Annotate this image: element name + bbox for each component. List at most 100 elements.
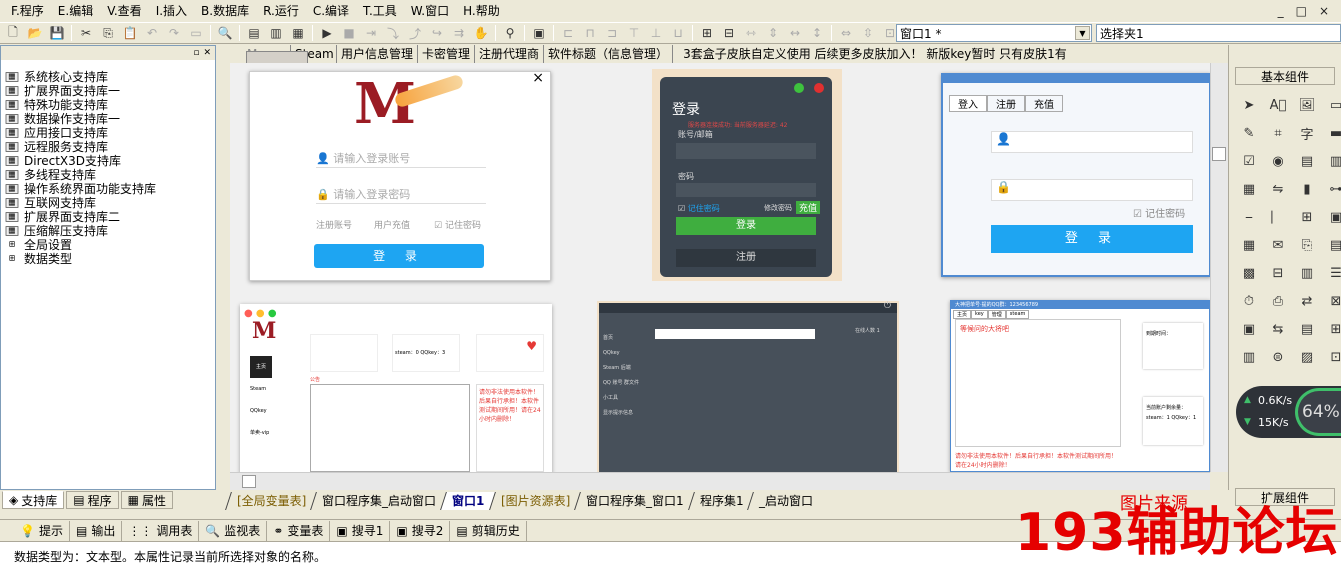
- tree-item[interactable]: ▦ 互联网支持库: [4, 196, 215, 210]
- pin-icon[interactable]: ▫: [193, 48, 199, 58]
- tab-manage[interactable]: 管理: [987, 310, 1006, 319]
- new-file-icon[interactable]: 🗋: [2, 23, 24, 43]
- tab-startup-window-set[interactable]: 窗口程序集_启动窗口: [310, 492, 448, 510]
- dip-icon[interactable]: ⎘: [1295, 233, 1319, 257]
- doc-tab[interactable]: 注册代理商: [475, 45, 545, 63]
- radio-icon[interactable]: ◉: [1266, 149, 1290, 173]
- tree-item[interactable]: ▦ 扩展界面支持库二: [4, 210, 215, 224]
- clock-icon[interactable]: ⏱: [1237, 289, 1261, 313]
- run-icon[interactable]: ▶: [316, 23, 338, 43]
- hand-icon[interactable]: ✋: [470, 23, 492, 43]
- login-button[interactable]: 登录: [676, 217, 816, 235]
- menu-compile[interactable]: C.编译: [306, 1, 356, 21]
- login-skin-1[interactable]: × M 👤 请输入登录账号 🔒 请输入登录密码 注册账号 用户充值 ☑ 记住密码…: [249, 70, 551, 281]
- power-icon[interactable]: ⏻: [884, 301, 891, 311]
- tab-steam[interactable]: steam: [1005, 310, 1030, 319]
- odbc-icon[interactable]: ⊡: [1324, 345, 1341, 369]
- menu-window[interactable]: W.窗口: [404, 1, 456, 21]
- edit-icon[interactable]: ✎: [1237, 121, 1261, 145]
- menu-run[interactable]: R.运行: [256, 1, 306, 21]
- account-input[interactable]: [676, 143, 816, 159]
- minimize-button[interactable]: _: [1278, 4, 1284, 18]
- dashboard-skin-2[interactable]: ⏻ 首页 QQkey Steam 后端 QQ 账号 群文件 小工具 显示提示信息…: [599, 301, 897, 472]
- folder-icon[interactable]: ▥: [1295, 261, 1319, 285]
- recharge-button[interactable]: 充值: [796, 201, 821, 214]
- layout1-icon[interactable]: ▤: [243, 23, 265, 43]
- textbox-icon[interactable]: ⌗: [1266, 121, 1290, 145]
- menu-home[interactable]: 首页: [603, 331, 647, 346]
- minimize-dot[interactable]: [794, 83, 804, 93]
- register-button[interactable]: 注册: [676, 249, 816, 267]
- menu-qqkey[interactable]: QQkey: [603, 346, 647, 361]
- menu-qq[interactable]: QQ 账号 群文件: [603, 376, 647, 391]
- tab-icon[interactable]: ⊞: [1295, 205, 1319, 229]
- align-right-icon[interactable]: ⊐: [601, 23, 623, 43]
- step-into-icon[interactable]: ⤵: [382, 23, 404, 43]
- step-over-icon[interactable]: ↪: [426, 23, 448, 43]
- listbox-icon[interactable]: ▤: [1295, 149, 1319, 173]
- window-select[interactable]: 窗口1 * ▼: [896, 24, 1092, 42]
- menu-tools[interactable]: T.工具: [356, 1, 404, 21]
- tree-item[interactable]: ▦ DirectX3D支持库: [4, 154, 215, 168]
- tab-window1-set[interactable]: 窗口程序集_窗口1: [574, 492, 695, 510]
- tab-register[interactable]: 注册: [987, 95, 1025, 112]
- form-icon[interactable]: ▣: [528, 23, 550, 43]
- tab-search1[interactable]: ▣ 搜寻1: [330, 520, 391, 541]
- center-v-icon[interactable]: ⊟: [718, 23, 740, 43]
- remember-checkbox[interactable]: ☑ 记住密码: [1133, 205, 1185, 220]
- folder-select[interactable]: 选择夹1: [1096, 24, 1341, 42]
- menu-view[interactable]: V.查看: [100, 1, 148, 21]
- char-icon[interactable]: 字: [1295, 121, 1319, 145]
- register-link[interactable]: 注册账号: [316, 218, 352, 231]
- tab-watch[interactable]: 🔍 监视表: [199, 520, 268, 541]
- slider-icon[interactable]: ⊶: [1324, 177, 1341, 201]
- tab-output[interactable]: ▤ 输出: [70, 520, 123, 541]
- password-field[interactable]: 🔒 请输入登录密码: [316, 186, 486, 204]
- tree-item[interactable]: ▦ 数据操作支持库一: [4, 112, 215, 126]
- tab-search2[interactable]: ▣ 搜寻2: [390, 520, 451, 541]
- tree-icon[interactable]: ⊟: [1266, 261, 1290, 285]
- notice-textbox[interactable]: [310, 384, 470, 472]
- layout3-icon[interactable]: ▦: [287, 23, 309, 43]
- copy-icon[interactable]: ⎘: [97, 23, 119, 43]
- login-button[interactable]: 登 录: [991, 225, 1193, 253]
- basic-components-title[interactable]: 基本组件: [1235, 67, 1335, 85]
- vertical-scrollbar[interactable]: [1210, 63, 1228, 472]
- save-icon[interactable]: 💾: [46, 23, 68, 43]
- tab-home[interactable]: 主页: [953, 310, 972, 319]
- username-field[interactable]: 👤 请输入登录账号: [316, 150, 486, 168]
- size-v-icon[interactable]: ⇳: [857, 23, 879, 43]
- tree-item[interactable]: ▦ 远程服务支持库: [4, 140, 215, 154]
- grid-list-icon[interactable]: ▥: [1324, 149, 1341, 173]
- list-icon[interactable]: ☰: [1324, 261, 1341, 285]
- nav-qqkey[interactable]: QQkey: [250, 400, 272, 422]
- binoculars-icon[interactable]: ⚲: [499, 23, 521, 43]
- doc-tab[interactable]: 用户信息管理: [337, 45, 419, 63]
- combo-icon[interactable]: ▦: [1237, 177, 1261, 201]
- restore-button[interactable]: □: [1296, 4, 1307, 18]
- nav-steam[interactable]: Steam: [250, 378, 272, 400]
- redo-icon[interactable]: ↷: [163, 23, 185, 43]
- line-h-icon[interactable]: ⎯: [1237, 205, 1261, 229]
- space-h-icon[interactable]: ⇿: [740, 23, 762, 43]
- size-h-icon[interactable]: ⇔: [835, 23, 857, 43]
- tab-properties[interactable]: ▦ 属性: [120, 491, 173, 509]
- stop-icon[interactable]: ■: [338, 23, 360, 43]
- tab-program-set1[interactable]: 程序集1: [687, 492, 755, 510]
- tree-item[interactable]: ▦ 系统核心支持库: [4, 70, 215, 84]
- align-top-icon[interactable]: ⊤: [623, 23, 645, 43]
- tray-icon[interactable]: ▥: [1237, 345, 1261, 369]
- close-button[interactable]: ×: [1319, 4, 1329, 18]
- tab-support-library[interactable]: ◈ 支持库: [2, 491, 65, 509]
- tab-login[interactable]: 登入: [949, 95, 987, 112]
- menu-program[interactable]: F.程序: [4, 1, 51, 21]
- calendar-icon[interactable]: ▤: [1324, 233, 1341, 257]
- tab-call-stack[interactable]: ⋮⋮ 调用表: [122, 520, 200, 541]
- doc-tab[interactable]: 软件标题（信息管理）: [544, 45, 674, 63]
- space-v-icon[interactable]: ⇕: [762, 23, 784, 43]
- remember-checkbox[interactable]: ☑ 记住密码: [434, 218, 481, 231]
- button-icon[interactable]: ▬: [1324, 121, 1341, 145]
- tab-recharge[interactable]: 充值: [1025, 95, 1063, 112]
- menu-steam[interactable]: Steam 后端: [603, 361, 647, 376]
- doc-tab[interactable]: 卡密管理: [418, 45, 476, 63]
